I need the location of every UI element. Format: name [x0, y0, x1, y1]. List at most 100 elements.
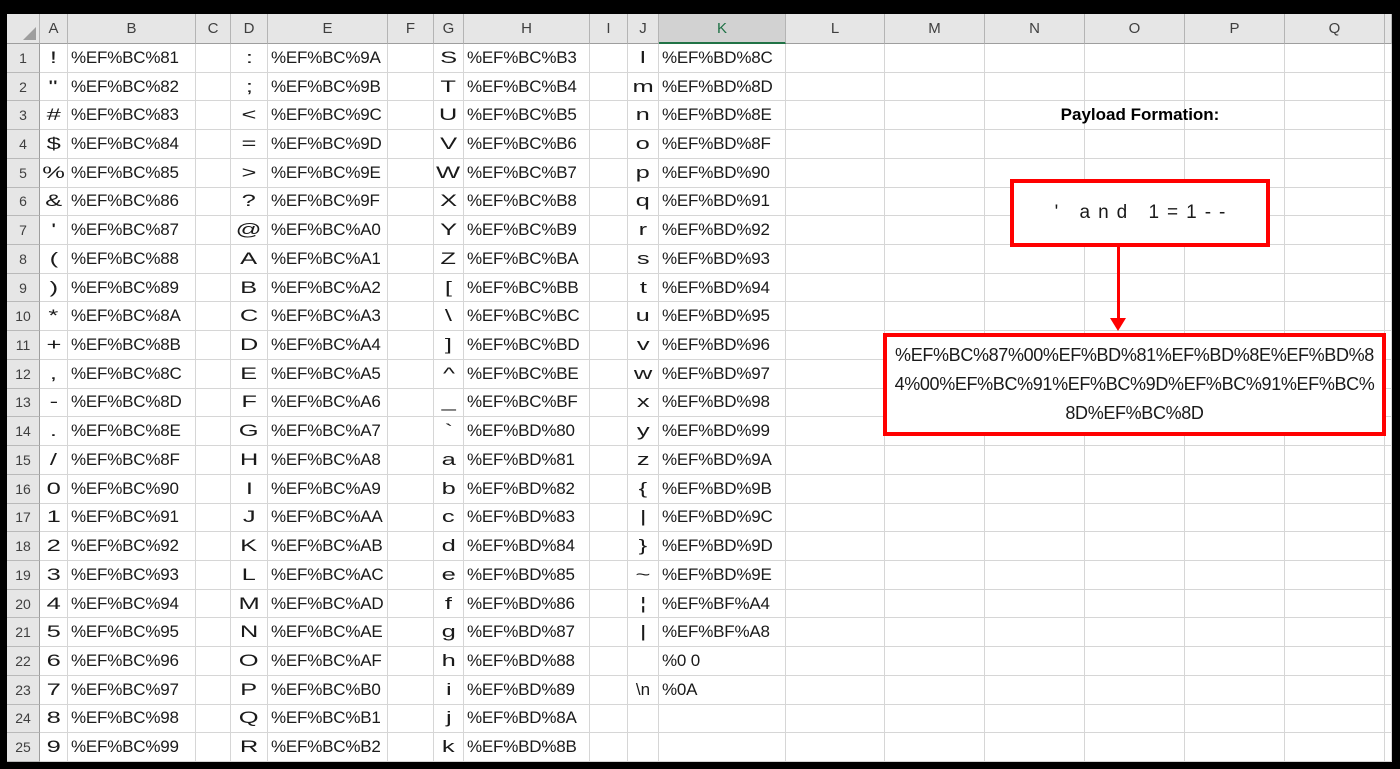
cell-D22[interactable]: O [231, 647, 268, 676]
cell-D5[interactable]: > [231, 158, 268, 188]
cell-B16[interactable]: %EF%BC%90 [68, 474, 196, 504]
cell-G14[interactable]: ` [434, 417, 464, 447]
cell-I11[interactable] [590, 331, 628, 360]
cell-D19[interactable]: L [231, 560, 268, 590]
cell-O23[interactable] [1085, 675, 1185, 705]
row-header-10[interactable]: 10 [7, 302, 40, 332]
cell-L1[interactable] [786, 44, 885, 73]
cell-K5[interactable]: %EF%BD%90 [659, 158, 786, 188]
cell-C20[interactable] [196, 589, 231, 619]
cell-Q7[interactable] [1285, 216, 1385, 246]
cell-F13[interactable] [388, 388, 434, 418]
cell-F5[interactable] [388, 158, 434, 188]
cell-J8[interactable]: s [628, 245, 659, 274]
cell-I18[interactable] [590, 532, 628, 561]
row-header-5[interactable]: 5 [7, 158, 40, 188]
cell-J20[interactable]: ¦ [628, 589, 659, 619]
cell-E13[interactable]: %EF%BC%A6 [268, 388, 388, 418]
cell-I23[interactable] [590, 675, 628, 705]
cell-D10[interactable]: C [231, 302, 268, 332]
cell-L25[interactable] [786, 733, 885, 762]
cell-B15[interactable]: %EF%BC%8F [68, 446, 196, 475]
cell-G20[interactable]: f [434, 589, 464, 619]
cell-O15[interactable] [1085, 446, 1185, 475]
column-header-J[interactable]: J [628, 14, 659, 44]
cell-E18[interactable]: %EF%BC%AB [268, 532, 388, 561]
row-header-20[interactable]: 20 [7, 589, 40, 619]
cell-F18[interactable] [388, 532, 434, 561]
cell-C18[interactable] [196, 532, 231, 561]
cell-G19[interactable]: e [434, 560, 464, 590]
cell-A15[interactable]: / [40, 446, 68, 475]
cell-F12[interactable] [388, 359, 434, 389]
row-header-8[interactable]: 8 [7, 245, 40, 274]
cell-F15[interactable] [388, 446, 434, 475]
cell-K21[interactable]: %EF%BF%A8 [659, 618, 786, 648]
row-header-16[interactable]: 16 [7, 474, 40, 504]
cell-O16[interactable] [1085, 474, 1185, 504]
cell-I24[interactable] [590, 704, 628, 734]
cell-P20[interactable] [1185, 589, 1285, 619]
cell-D1[interactable]: : [231, 44, 268, 73]
cell-J23[interactable]: \n [628, 675, 659, 705]
cell-G23[interactable]: i [434, 675, 464, 705]
cell-C1[interactable] [196, 44, 231, 73]
cell-Q19[interactable] [1285, 560, 1385, 590]
cell-Q24[interactable] [1285, 704, 1385, 734]
cell-B5[interactable]: %EF%BC%85 [68, 158, 196, 188]
cell-K13[interactable]: %EF%BD%98 [659, 388, 786, 418]
cell-Q17[interactable] [1285, 503, 1385, 533]
cell-E24[interactable]: %EF%BC%B1 [268, 704, 388, 734]
cell-O8[interactable] [1085, 245, 1185, 274]
cell-J3[interactable]: n [628, 101, 659, 131]
cell-E25[interactable]: %EF%BC%B2 [268, 733, 388, 762]
cell-C19[interactable] [196, 560, 231, 590]
cell-D24[interactable]: Q [231, 704, 268, 734]
cell-E3[interactable]: %EF%BC%9C [268, 101, 388, 131]
cell-M23[interactable] [885, 675, 985, 705]
cell-J14[interactable]: y [628, 417, 659, 447]
cell-O25[interactable] [1085, 733, 1185, 762]
cell-J4[interactable]: o [628, 130, 659, 159]
column-header-C[interactable]: C [196, 14, 231, 44]
cell-F4[interactable] [388, 130, 434, 159]
cell-Q16[interactable] [1285, 474, 1385, 504]
select-all-button[interactable] [7, 14, 40, 44]
cell-K9[interactable]: %EF%BD%94 [659, 273, 786, 303]
cell-B24[interactable]: %EF%BC%98 [68, 704, 196, 734]
cell-K19[interactable]: %EF%BD%9E [659, 560, 786, 590]
cell-E15[interactable]: %EF%BC%A8 [268, 446, 388, 475]
cell-I25[interactable] [590, 733, 628, 762]
cell-H10[interactable]: %EF%BC%BC [464, 302, 590, 332]
cell-I5[interactable] [590, 158, 628, 188]
cell-L4[interactable] [786, 130, 885, 159]
cell-H22[interactable]: %EF%BD%88 [464, 647, 590, 676]
column-header-O[interactable]: O [1085, 14, 1185, 44]
cell-F20[interactable] [388, 589, 434, 619]
cell-K22[interactable]: %0 0 [659, 647, 786, 676]
cell-C21[interactable] [196, 618, 231, 648]
cell-K12[interactable]: %EF%BD%97 [659, 359, 786, 389]
cell-F16[interactable] [388, 474, 434, 504]
cell-I9[interactable] [590, 273, 628, 303]
cell-B3[interactable]: %EF%BC%83 [68, 101, 196, 131]
cell-M24[interactable] [885, 704, 985, 734]
cell-B1[interactable]: %EF%BC%81 [68, 44, 196, 73]
column-header-F[interactable]: F [388, 14, 434, 44]
cell-N21[interactable] [985, 618, 1085, 648]
row-header-17[interactable]: 17 [7, 503, 40, 533]
cell-O21[interactable] [1085, 618, 1185, 648]
cell-G22[interactable]: h [434, 647, 464, 676]
row-header-19[interactable]: 19 [7, 560, 40, 590]
cell-B20[interactable]: %EF%BC%94 [68, 589, 196, 619]
cell-E6[interactable]: %EF%BC%9F [268, 187, 388, 217]
cell-P1[interactable] [1185, 44, 1285, 73]
row-header-9[interactable]: 9 [7, 273, 40, 303]
cell-N22[interactable] [985, 647, 1085, 676]
cell-C17[interactable] [196, 503, 231, 533]
cell-F17[interactable] [388, 503, 434, 533]
cell-M4[interactable] [885, 130, 985, 159]
cell-I16[interactable] [590, 474, 628, 504]
cell-L22[interactable] [786, 647, 885, 676]
cell-C15[interactable] [196, 446, 231, 475]
